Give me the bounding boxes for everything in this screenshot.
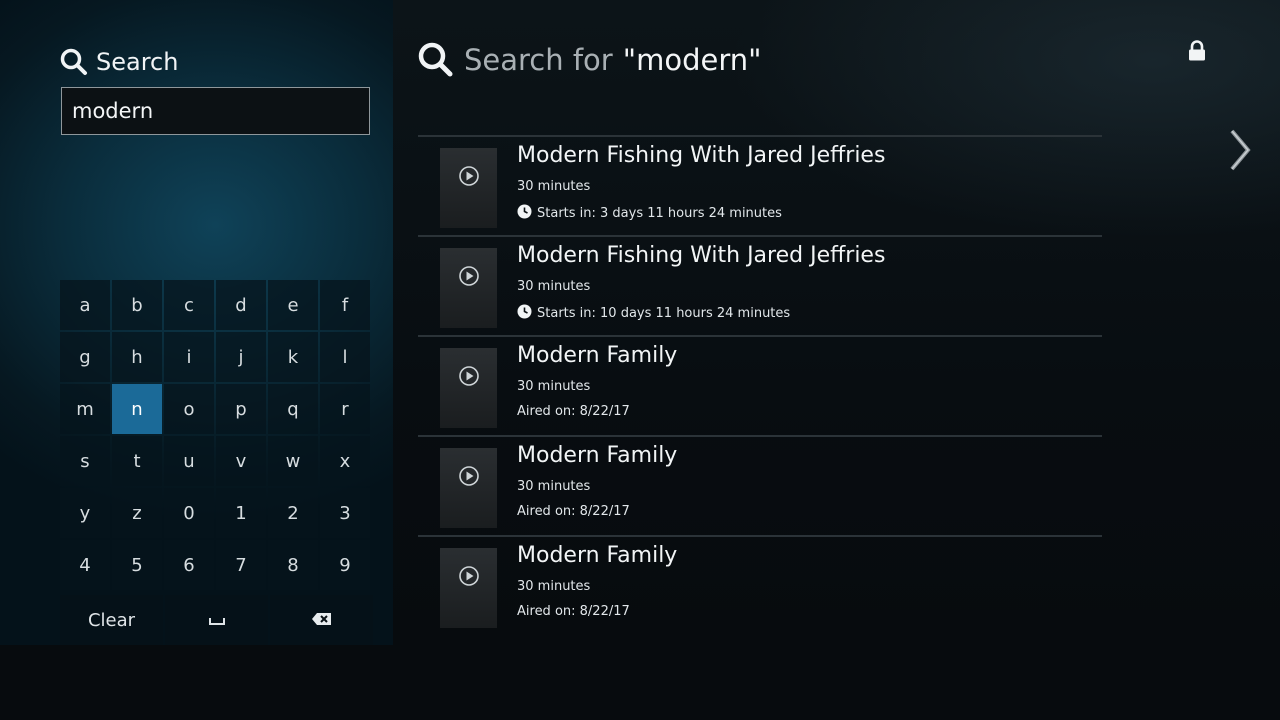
key-u[interactable]: u bbox=[164, 436, 214, 486]
key-n[interactable]: n bbox=[112, 384, 162, 434]
key-q[interactable]: q bbox=[268, 384, 318, 434]
result-row[interactable]: Modern Family 30 minutes Aired on: 8/22/17 bbox=[418, 435, 1102, 535]
search-heading: Search bbox=[60, 46, 178, 78]
result-meta-text: Aired on: 8/22/17 bbox=[517, 504, 630, 519]
key-o[interactable]: o bbox=[164, 384, 214, 434]
key-3[interactable]: 3 bbox=[320, 488, 370, 538]
search-icon bbox=[60, 48, 88, 76]
result-thumbnail bbox=[440, 348, 497, 428]
backspace-icon bbox=[311, 610, 333, 631]
result-meta: Starts in: 10 days 11 hours 24 minutes bbox=[517, 304, 790, 323]
results-header-query: "modern" bbox=[622, 43, 762, 77]
key-w[interactable]: w bbox=[268, 436, 318, 486]
key-l[interactable]: l bbox=[320, 332, 370, 382]
result-meta-text: Starts in: 3 days 11 hours 24 minutes bbox=[537, 206, 782, 221]
result-duration: 30 minutes bbox=[517, 579, 591, 594]
result-duration: 30 minutes bbox=[517, 279, 591, 294]
lock-icon[interactable] bbox=[1187, 40, 1207, 66]
key-r[interactable]: r bbox=[320, 384, 370, 434]
result-duration: 30 minutes bbox=[517, 379, 591, 394]
key-4[interactable]: 4 bbox=[60, 540, 110, 590]
play-icon bbox=[458, 365, 480, 428]
result-meta: Aired on: 8/22/17 bbox=[517, 504, 630, 519]
key-a[interactable]: a bbox=[60, 280, 110, 330]
key-d[interactable]: d bbox=[216, 280, 266, 330]
key-j[interactable]: j bbox=[216, 332, 266, 382]
search-heading-label: Search bbox=[96, 48, 179, 76]
key-f[interactable]: f bbox=[320, 280, 370, 330]
play-icon bbox=[458, 165, 480, 228]
key-g[interactable]: g bbox=[60, 332, 110, 382]
key-t[interactable]: t bbox=[112, 436, 162, 486]
result-title: Modern Family bbox=[517, 543, 678, 568]
key-v[interactable]: v bbox=[216, 436, 266, 486]
result-meta-text: Aired on: 8/22/17 bbox=[517, 404, 630, 419]
key-6[interactable]: 6 bbox=[164, 540, 214, 590]
result-title: Modern Fishing With Jared Jeffries bbox=[517, 243, 886, 268]
clear-button-label: Clear bbox=[87, 609, 136, 631]
result-meta: Starts in: 3 days 11 hours 24 minutes bbox=[517, 204, 782, 223]
key-1[interactable]: 1 bbox=[216, 488, 266, 538]
key-0[interactable]: 0 bbox=[164, 488, 214, 538]
result-duration: 30 minutes bbox=[517, 479, 591, 494]
play-icon bbox=[458, 465, 480, 528]
key-b[interactable]: b bbox=[112, 280, 162, 330]
search-icon bbox=[418, 42, 454, 78]
search-input[interactable]: modern bbox=[61, 87, 370, 135]
key-2[interactable]: 2 bbox=[268, 488, 318, 538]
play-icon bbox=[458, 565, 480, 628]
key-5[interactable]: 5 bbox=[112, 540, 162, 590]
results-list: Modern Fishing With Jared Jeffries 30 min… bbox=[418, 135, 1102, 635]
result-row[interactable]: Modern Family 30 minutes Aired on: 8/22/17 bbox=[418, 535, 1102, 635]
result-title: Modern Family bbox=[517, 443, 678, 468]
result-meta: Aired on: 8/22/17 bbox=[517, 604, 630, 619]
results-header-prefix: Search for bbox=[464, 43, 613, 77]
key-e[interactable]: e bbox=[268, 280, 318, 330]
result-thumbnail bbox=[440, 148, 497, 228]
search-input-value: modern bbox=[72, 99, 154, 123]
key-z[interactable]: z bbox=[112, 488, 162, 538]
key-8[interactable]: 8 bbox=[268, 540, 318, 590]
key-m[interactable]: m bbox=[60, 384, 110, 434]
key-c[interactable]: c bbox=[164, 280, 214, 330]
results-header: Search for "modern" bbox=[418, 40, 761, 80]
result-duration: 30 minutes bbox=[517, 179, 591, 194]
clock-icon bbox=[517, 304, 532, 323]
result-row[interactable]: Modern Fishing With Jared Jeffries 30 min… bbox=[418, 135, 1102, 235]
key-p[interactable]: p bbox=[216, 384, 266, 434]
key-h[interactable]: h bbox=[112, 332, 162, 382]
result-row[interactable]: Modern Family 30 minutes Aired on: 8/22/17 bbox=[418, 335, 1102, 435]
key-9[interactable]: 9 bbox=[320, 540, 370, 590]
onscreen-keyboard: abcdef ghijkl mnopqr stuvwx yz0123 456789 bbox=[60, 280, 373, 590]
key-s[interactable]: s bbox=[60, 436, 110, 486]
key-x[interactable]: x bbox=[320, 436, 370, 486]
result-meta-text: Starts in: 10 days 11 hours 24 minutes bbox=[537, 306, 791, 321]
result-meta: Aired on: 8/22/17 bbox=[517, 404, 630, 419]
result-thumbnail bbox=[440, 248, 497, 328]
play-icon bbox=[458, 265, 480, 328]
result-title: Modern Family bbox=[517, 343, 678, 368]
result-title: Modern Fishing With Jared Jeffries bbox=[517, 143, 886, 168]
clear-button[interactable]: Clear bbox=[60, 595, 163, 645]
result-thumbnail bbox=[440, 448, 497, 528]
clock-icon bbox=[517, 204, 532, 223]
key-7[interactable]: 7 bbox=[216, 540, 266, 590]
result-thumbnail bbox=[440, 548, 497, 628]
chevron-right-icon[interactable] bbox=[1226, 128, 1254, 176]
space-icon bbox=[208, 610, 226, 631]
keyboard-actions: Clear bbox=[60, 595, 373, 645]
space-button[interactable] bbox=[165, 595, 268, 645]
key-y[interactable]: y bbox=[60, 488, 110, 538]
key-i[interactable]: i bbox=[164, 332, 214, 382]
result-row[interactable]: Modern Fishing With Jared Jeffries 30 min… bbox=[418, 235, 1102, 335]
key-k[interactable]: k bbox=[268, 332, 318, 382]
bottom-band bbox=[0, 645, 1280, 720]
result-meta-text: Aired on: 8/22/17 bbox=[517, 604, 630, 619]
backspace-button[interactable] bbox=[270, 595, 373, 645]
